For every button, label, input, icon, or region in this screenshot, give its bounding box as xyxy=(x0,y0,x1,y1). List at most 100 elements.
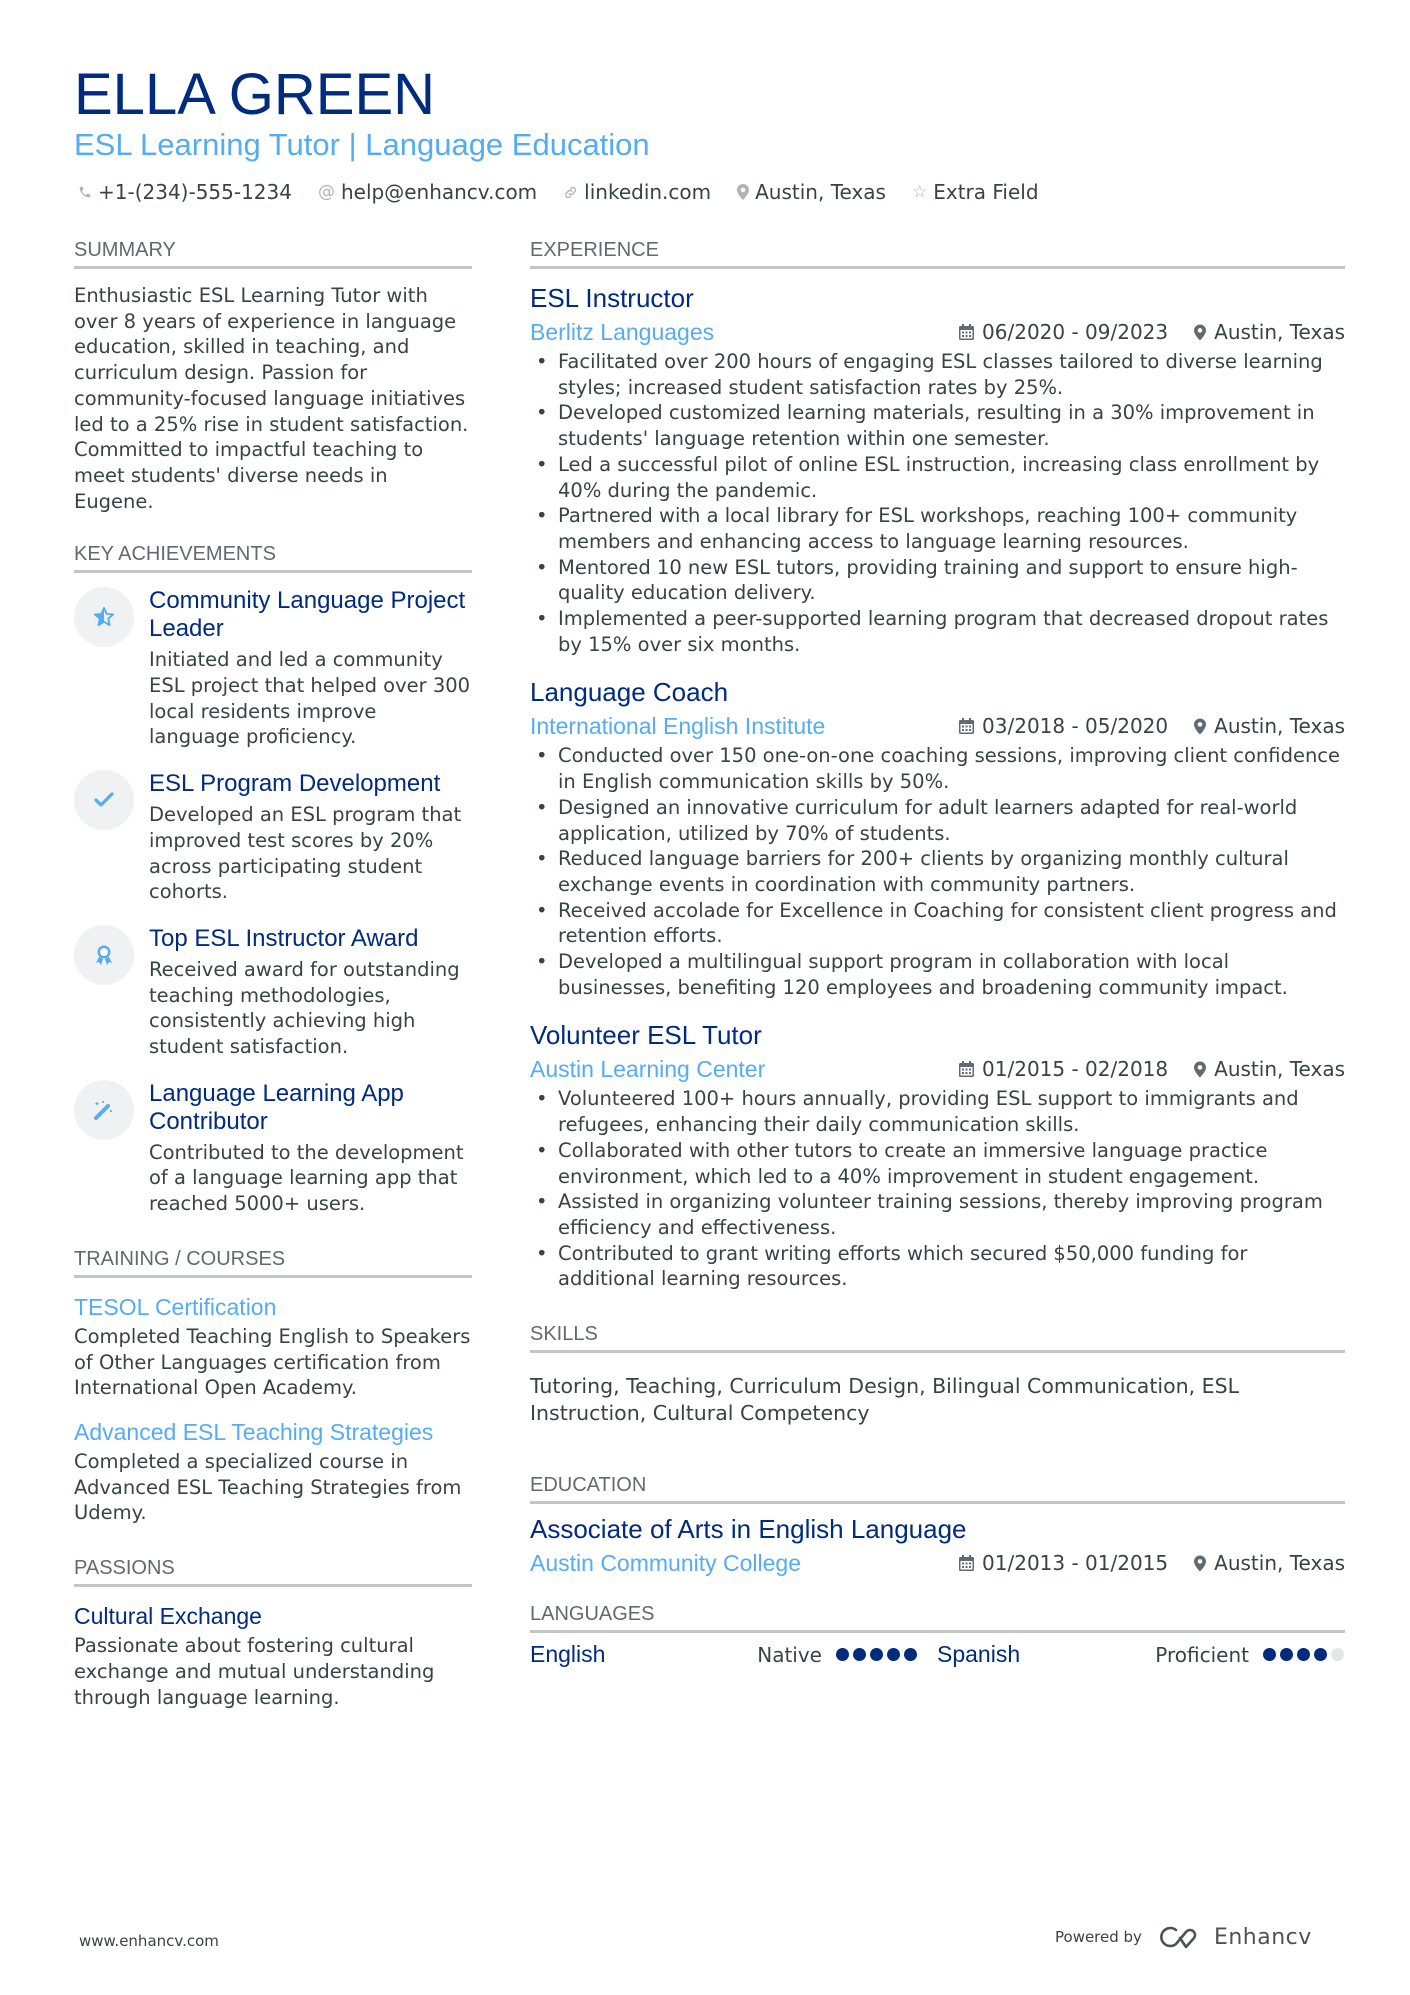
achievement-text: Developed an ESL program that improved t… xyxy=(149,803,462,904)
rating-dot-filled xyxy=(1263,1648,1276,1662)
job-bullet: Assisted in organizing volunteer trainin… xyxy=(536,1189,1345,1240)
star-half-icon xyxy=(74,587,134,648)
training-section: TRAINING / COURSES TESOL Certification C… xyxy=(74,1247,472,1526)
footer-branding: Powered by Enhancv xyxy=(1055,1924,1312,1950)
job-location: Austin, Texas xyxy=(1194,320,1345,344)
job-bullet: Conducted over 150 one-on-one coaching s… xyxy=(536,743,1345,794)
achievement-title: Community Language Project Leader xyxy=(149,587,466,643)
course-item: Advanced ESL Teaching Strategies Complet… xyxy=(74,1417,472,1526)
company-name: Berlitz Languages xyxy=(530,318,715,345)
job-location: Austin, Texas xyxy=(1194,714,1345,738)
job-bullet: Partnered with a local library for ESL w… xyxy=(536,503,1345,554)
achievement-item: ESL Program Development Developed an ESL… xyxy=(74,770,472,905)
job-location-text: Austin, Texas xyxy=(1214,1057,1345,1082)
course-text: Completed a specialized course in Advanc… xyxy=(74,1449,462,1525)
job-dates-text: 01/2015 - 02/2018 xyxy=(982,1057,1169,1082)
section-heading: SUMMARY xyxy=(74,238,472,269)
job-dates-text: 06/2020 - 09/2023 xyxy=(982,320,1169,344)
section-heading: TRAINING / COURSES xyxy=(74,1247,472,1278)
section-heading: EDUCATION xyxy=(530,1473,1345,1505)
education-dates-text: 01/2013 - 01/2015 xyxy=(982,1551,1169,1576)
language-level: Proficient xyxy=(1155,1642,1249,1667)
job-bullet: Mentored 10 new ESL tutors, providing tr… xyxy=(536,555,1345,606)
rating-dot-empty xyxy=(1331,1648,1344,1662)
contact-linkedin[interactable]: linkedin.com xyxy=(563,178,711,206)
job-bullet: Developed a multilingual support program… xyxy=(536,949,1345,1000)
education-meta: Austin Community College 01/2013 - 01/20… xyxy=(530,1546,1345,1580)
footer-website[interactable]: www.enhancv.com xyxy=(79,1932,219,1950)
job-bullet: Implemented a peer-supported learning pr… xyxy=(536,606,1345,657)
skills-text: Tutoring, Teaching, Curriculum Design, B… xyxy=(530,1374,1240,1426)
contact-bar: +1-(234)-555-1234 @ help@enhancv.com lin… xyxy=(78,178,1039,206)
job-dates: 03/2018 - 05/2020 xyxy=(959,714,1168,738)
language-level: Native xyxy=(757,1642,822,1667)
link-icon xyxy=(563,185,578,200)
job-meta: Berlitz Languages 06/2020 - 09/2023 Aust… xyxy=(530,315,1345,349)
achievement-item: Community Language Project Leader Initia… xyxy=(74,587,472,750)
job-location-text: Austin, Texas xyxy=(1214,320,1345,344)
job-title: Volunteer ESL Tutor xyxy=(530,1020,762,1051)
contact-phone[interactable]: +1-(234)-555-1234 xyxy=(78,178,292,206)
brand-name: Enhancv xyxy=(1213,1924,1312,1950)
education-location: Austin, Texas xyxy=(1194,1551,1345,1575)
education-location-text: Austin, Texas xyxy=(1214,1551,1345,1576)
location-pin-icon xyxy=(737,184,750,200)
course-item: TESOL Certification Completed Teaching E… xyxy=(74,1292,472,1401)
star-icon: ☆ xyxy=(911,182,928,202)
job-meta-right: 06/2020 - 09/2023 Austin, Texas xyxy=(959,320,1345,344)
course-title: TESOL Certification xyxy=(74,1293,277,1320)
achievement-title: Top ESL Instructor Award xyxy=(149,924,419,952)
language-name: Spanish xyxy=(937,1641,1021,1668)
languages-section: LANGUAGES English Native Spanish Profici… xyxy=(530,1602,1345,1668)
job-bullet: Developed customized learning materials,… xyxy=(536,400,1345,451)
candidate-name: ELLA GREEN xyxy=(74,62,436,127)
rating-dot-filled xyxy=(870,1648,883,1662)
rating-dot-filled xyxy=(836,1648,849,1662)
achievement-title: ESL Program Development xyxy=(149,770,441,798)
education-meta-right: 01/2013 - 01/2015 Austin, Texas xyxy=(959,1551,1345,1575)
linkedin-text: linkedin.com xyxy=(584,180,712,204)
contact-email[interactable]: @ help@enhancv.com xyxy=(318,178,537,206)
section-heading: LANGUAGES xyxy=(530,1602,1345,1634)
job-meta: International English Institute 03/2018 … xyxy=(530,709,1345,743)
calendar-icon xyxy=(959,1061,975,1078)
course-title: Advanced ESL Teaching Strategies xyxy=(74,1418,434,1445)
job-dates: 01/2015 - 02/2018 xyxy=(959,1057,1168,1081)
summary-section: SUMMARY Enthusiastic ESL Learning Tutor … xyxy=(74,238,472,514)
job-bullets: Conducted over 150 one-on-one coaching s… xyxy=(530,743,1345,1000)
section-heading: KEY ACHIEVEMENTS xyxy=(74,542,472,574)
section-heading: PASSIONS xyxy=(74,1556,472,1588)
magic-wand-icon xyxy=(74,1079,134,1140)
school-name: Austin Community College xyxy=(530,1549,802,1576)
language-name: English xyxy=(530,1641,606,1668)
course-text: Completed Teaching English to Speakers o… xyxy=(74,1324,471,1400)
location-pin-icon xyxy=(1194,1061,1207,1078)
location-pin-icon xyxy=(1194,324,1207,340)
achievement-text: Contributed to the development of a lang… xyxy=(149,1140,464,1216)
phone-text: +1-(234)-555-1234 xyxy=(98,180,292,204)
resume-page: ELLA GREEN ESL Learning Tutor | Language… xyxy=(0,0,1410,1995)
education-dates: 01/2013 - 01/2015 xyxy=(959,1551,1168,1575)
enhancv-logo-icon xyxy=(1160,1926,1197,1949)
job-bullet: Reduced language barriers for 200+ clien… xyxy=(536,846,1345,897)
language-rating xyxy=(1263,1648,1344,1662)
education-section: EDUCATION Associate of Arts in English L… xyxy=(530,1473,1345,1580)
calendar-icon xyxy=(959,324,975,340)
job-meta-right: 03/2018 - 05/2020 Austin, Texas xyxy=(959,714,1345,738)
calendar-icon xyxy=(959,718,975,735)
passion-title: Cultural Exchange xyxy=(74,1603,262,1630)
job-entry: ESL Instructor Berlitz Languages 06/2020… xyxy=(530,281,1345,657)
left-column: SUMMARY Enthusiastic ESL Learning Tutor … xyxy=(74,238,472,1738)
section-heading: EXPERIENCE xyxy=(530,238,1345,269)
brand-logo[interactable]: Enhancv xyxy=(1160,1924,1312,1950)
rating-dot-filled xyxy=(887,1648,900,1662)
rating-dot-filled xyxy=(853,1648,866,1662)
job-location: Austin, Texas xyxy=(1194,1057,1345,1081)
languages-list: English Native Spanish Proficient xyxy=(530,1641,1345,1668)
achievement-title: Language Learning App Contributor xyxy=(149,1079,404,1135)
job-bullet: Facilitated over 200 hours of engaging E… xyxy=(536,349,1345,400)
language-rating xyxy=(836,1648,917,1662)
passions-section: PASSIONS Cultural Exchange Passionate ab… xyxy=(74,1556,472,1710)
checkmark-icon xyxy=(74,770,134,831)
skills-section: SKILLS Tutoring, Teaching, Curriculum De… xyxy=(530,1322,1345,1427)
